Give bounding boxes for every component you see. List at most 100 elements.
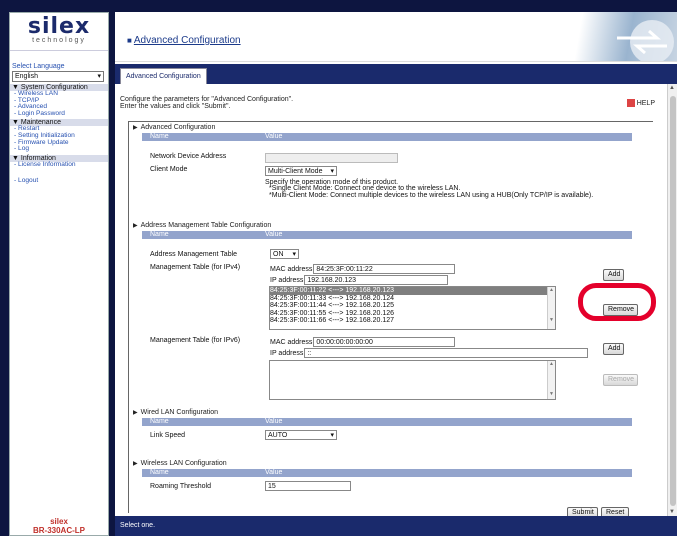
triangle-icon: ▶ <box>133 223 138 229</box>
tab-bar: Advanced Configuration <box>115 64 677 84</box>
language-value: English <box>15 73 38 80</box>
list-item[interactable]: 84:25:3F:00:11:44 <---> 192.168.20.125 <box>270 302 555 310</box>
silex-logo: silex technology <box>10 13 108 51</box>
scroll-thumb[interactable] <box>670 96 676 506</box>
ipv4-add-button[interactable]: Add <box>603 269 624 281</box>
section-wired-text: Wired LAN Configuration <box>140 409 219 416</box>
ipv4-mac-row: MAC address 84:25:3F:00:11:22 <box>270 264 456 274</box>
intro-line2: Enter the values and click "Submit". <box>120 103 231 110</box>
help-icon <box>626 99 635 107</box>
ip-label: IP address <box>270 349 304 357</box>
ipv6-ip-row: IP address:: <box>270 348 589 358</box>
brand-name: silex <box>50 517 68 526</box>
reset-button[interactable]: Reset <box>601 507 629 516</box>
amt-value: ON <box>273 251 284 258</box>
arrows-icon <box>617 20 674 61</box>
ipv6-remove-button[interactable]: Remove <box>603 374 638 386</box>
col-value: Value <box>257 231 632 239</box>
list-item[interactable]: 84:25:3F:00:11:33 <---> 192.168.20.124 <box>270 295 555 303</box>
product-model: silex BR-330AC-LP <box>10 517 108 535</box>
logo-subtext: technology <box>32 37 86 44</box>
client-mode-select[interactable]: Multi-Client Mode ▾ <box>265 166 337 176</box>
nav-login-password[interactable]: - Login Password <box>10 110 108 118</box>
title-bullet-icon: ■ <box>127 36 132 45</box>
col-value: Value <box>257 469 632 477</box>
roaming-label: Roaming Threshold <box>150 483 211 490</box>
triangle-icon: ▶ <box>133 410 138 416</box>
col-value: Value <box>257 418 632 426</box>
ipv4-label: Management Table (for IPv4) <box>150 264 241 271</box>
language-select[interactable]: English ▾ <box>12 71 104 82</box>
amt-select[interactable]: ON ▾ <box>270 249 299 259</box>
ipv6-entry-list[interactable]: ▲ ▼ <box>269 360 556 400</box>
link-speed-select[interactable]: AUTO ▾ <box>265 430 337 440</box>
ipv6-mac-input[interactable]: 00:00:00:00:00:00 <box>313 337 456 347</box>
section-title-wired: ▶ Wired LAN Configuration <box>133 409 218 416</box>
page-title: ■ Advanced Configuration <box>127 35 241 46</box>
ipv4-ip-input[interactable]: 192.168.20.123 <box>304 275 449 285</box>
section-title-advanced: ▶ Advanced Configuration <box>133 124 215 131</box>
ipv4-entry-list[interactable]: 84:25:3F:00:11:22 <---> 192.168.20.123 8… <box>269 286 556 330</box>
section-wireless-text: Wireless LAN Configuration <box>140 460 227 467</box>
triangle-icon: ▶ <box>133 461 138 467</box>
ipv6-ip-input[interactable]: :: <box>304 348 589 358</box>
tab-advanced-configuration[interactable]: Advanced Configuration <box>120 68 207 84</box>
nav-system: ▼ System Configuration - Wireless LAN - … <box>10 84 108 117</box>
wired-table: Name Value Link Speed AUTO ▾ <box>142 418 632 446</box>
col-name: Name <box>142 469 257 477</box>
scroll-down-icon[interactable]: ▼ <box>669 509 675 515</box>
page-scrollbar[interactable]: ▲ ▼ <box>667 84 677 516</box>
nav-license[interactable]: - License Information <box>10 161 108 169</box>
intro-line1: Configure the parameters for "Advanced C… <box>120 96 294 103</box>
amt-table: Name Value <box>142 231 632 239</box>
nda-label: Network Device Address <box>150 153 227 160</box>
page-header: ■ Advanced Configuration <box>115 12 677 62</box>
ipv6-label: Management Table (for IPv6) <box>150 337 241 344</box>
wireless-table: Name Value Roaming Threshold 15 <box>142 469 632 497</box>
list-item[interactable]: 84:25:3F:00:11:22 <---> 192.168.20.123 <box>270 287 555 295</box>
status-bar: Select one. <box>115 516 677 536</box>
scroll-up-icon[interactable]: ▲ <box>669 85 675 91</box>
section-title-amt: ▶ Address Management Table Configuration <box>133 222 271 229</box>
roaming-input[interactable]: 15 <box>265 481 351 491</box>
col-value: Value <box>257 133 632 141</box>
ipv4-ip-row: IP address 192.168.20.123 <box>270 275 449 285</box>
list-item[interactable]: 84:25:3F:00:11:66 <---> 192.168.20.127 <box>270 317 555 325</box>
model-name: BR-330AC-LP <box>32 526 85 535</box>
main-content: ■ Advanced Configuration Advanced Configu… <box>115 12 677 536</box>
client-mode-label: Client Mode <box>150 166 188 173</box>
help-link[interactable]: HELP <box>626 99 655 107</box>
header-arrows-graphic <box>557 12 677 61</box>
link-speed-label: Link Speed <box>150 432 186 439</box>
mac-label: MAC address <box>270 265 313 273</box>
nav-log[interactable]: - Log <box>10 146 108 153</box>
page-title-text: Advanced Configuration <box>133 35 241 46</box>
mac-label: MAC address <box>270 338 313 346</box>
ipv6-mac-row: MAC address 00:00:00:00:00:00 <box>270 337 456 347</box>
help-label: HELP <box>636 99 655 107</box>
nav-logout[interactable]: - Logout <box>10 178 108 185</box>
section-amt-text: Address Management Table Configuration <box>140 222 272 229</box>
link-speed-value: AUTO <box>268 432 288 439</box>
chevron-down-icon: ▾ <box>292 251 296 258</box>
ipv6-add-button[interactable]: Add <box>603 343 624 355</box>
amt-label: Address Management Table <box>150 251 238 258</box>
language-label: Select Language <box>12 63 65 70</box>
submit-button[interactable]: Submit <box>567 507 598 516</box>
col-name: Name <box>142 133 257 141</box>
section-advanced-text: Advanced Configuration <box>140 124 216 131</box>
section-title-wireless: ▶ Wireless LAN Configuration <box>133 460 227 467</box>
col-name: Name <box>142 231 257 239</box>
nav-information: ▼ Information - License Information <box>10 154 108 169</box>
advanced-table: Name Value Network Device Address Client … <box>142 133 632 199</box>
nda-input[interactable] <box>265 153 398 163</box>
list-scrollbar[interactable]: ▲ ▼ <box>547 361 555 399</box>
mode-desc3: *Multi-Client Mode: Connect multiple dev… <box>269 191 594 199</box>
ipv4-mac-input[interactable]: 84:25:3F:00:11:22 <box>313 264 456 274</box>
chevron-down-icon: ▾ <box>330 168 334 175</box>
client-mode-value: Multi-Client Mode <box>268 168 323 175</box>
chevron-down-icon: ▾ <box>330 432 334 439</box>
chevron-down-icon: ▾ <box>97 73 101 80</box>
list-item[interactable]: 84:25:3F:00:11:55 <---> 192.168.20.126 <box>270 310 555 318</box>
list-scrollbar[interactable]: ▲ ▼ <box>547 287 555 329</box>
